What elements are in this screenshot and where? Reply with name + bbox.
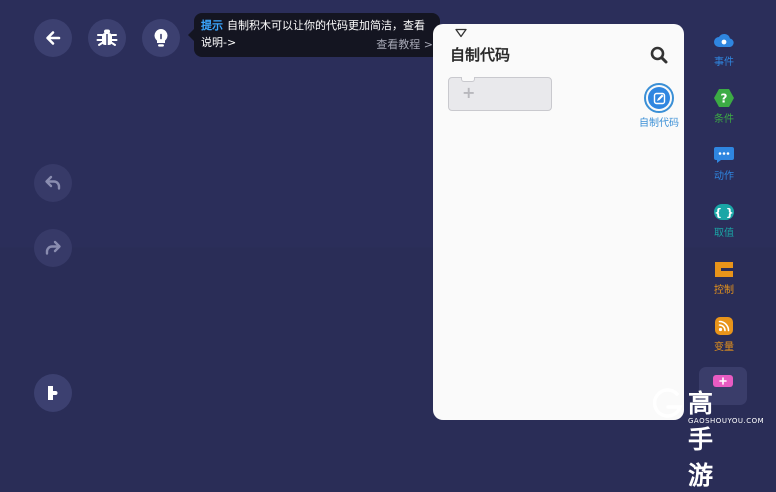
debug-button[interactable]	[88, 19, 126, 57]
cloud-icon	[713, 31, 735, 51]
pencil-square-icon	[648, 87, 670, 109]
undo-button[interactable]	[34, 164, 72, 202]
category-custom-code-label: 自制代码	[639, 118, 679, 129]
svg-text:?: ?	[721, 92, 728, 106]
hint-tooltip: 提示 自制积木可以让你的代码更加简洁，查看说明-> 查看教程 >	[188, 13, 440, 57]
watermark-text: 高手游	[688, 389, 715, 490]
question-hexagon-icon: ?	[713, 88, 735, 108]
chat-bubble-icon	[713, 145, 735, 165]
plus-icon: +	[462, 83, 476, 102]
block-notch	[461, 77, 475, 82]
category-events[interactable]: 事件	[699, 31, 749, 68]
category-label: 控制	[714, 285, 734, 296]
svg-text:{ }: { }	[714, 206, 734, 219]
arrow-left-icon	[46, 31, 61, 45]
control-c-icon	[713, 259, 735, 279]
category-label: 事件	[714, 57, 734, 68]
category-label: 变量	[714, 342, 734, 353]
category-actions[interactable]: 动作	[699, 145, 749, 182]
redo-icon	[45, 240, 61, 255]
undo-icon	[45, 175, 61, 190]
category-conditions[interactable]: ? 条件	[699, 88, 749, 125]
extension-icon	[713, 375, 733, 387]
category-label: 动作	[714, 171, 734, 182]
category-variables[interactable]: 变量	[699, 316, 749, 353]
lightbulb-icon	[154, 29, 168, 47]
category-label: 取值	[714, 228, 734, 239]
category-control[interactable]: 控制	[699, 259, 749, 296]
category-custom-code[interactable]: 自制代码	[634, 83, 684, 129]
panel-title: 自制代码	[450, 46, 511, 64]
category-label: 条件	[714, 114, 734, 125]
block-tidy-button[interactable]	[34, 374, 72, 412]
hint-button[interactable]	[142, 19, 180, 57]
braces-icon: { }	[713, 202, 735, 222]
back-button[interactable]	[34, 19, 72, 57]
tooltip-key: 提示	[201, 19, 223, 32]
search-icon[interactable]	[649, 45, 669, 65]
bug-icon	[96, 29, 118, 46]
rss-icon	[713, 316, 735, 336]
watermark-url: GAOSHOUYOU.COM	[688, 417, 765, 425]
collapse-caret-icon[interactable]	[454, 28, 468, 38]
redo-button[interactable]	[34, 229, 72, 267]
selected-ring	[644, 83, 674, 113]
create-custom-block-button[interactable]: +	[448, 77, 552, 111]
watermark-logo-icon	[652, 388, 683, 418]
block-piece-icon	[48, 386, 58, 400]
category-values[interactable]: { } 取值	[699, 202, 749, 239]
tutorial-link[interactable]: 查看教程 >	[376, 36, 433, 53]
